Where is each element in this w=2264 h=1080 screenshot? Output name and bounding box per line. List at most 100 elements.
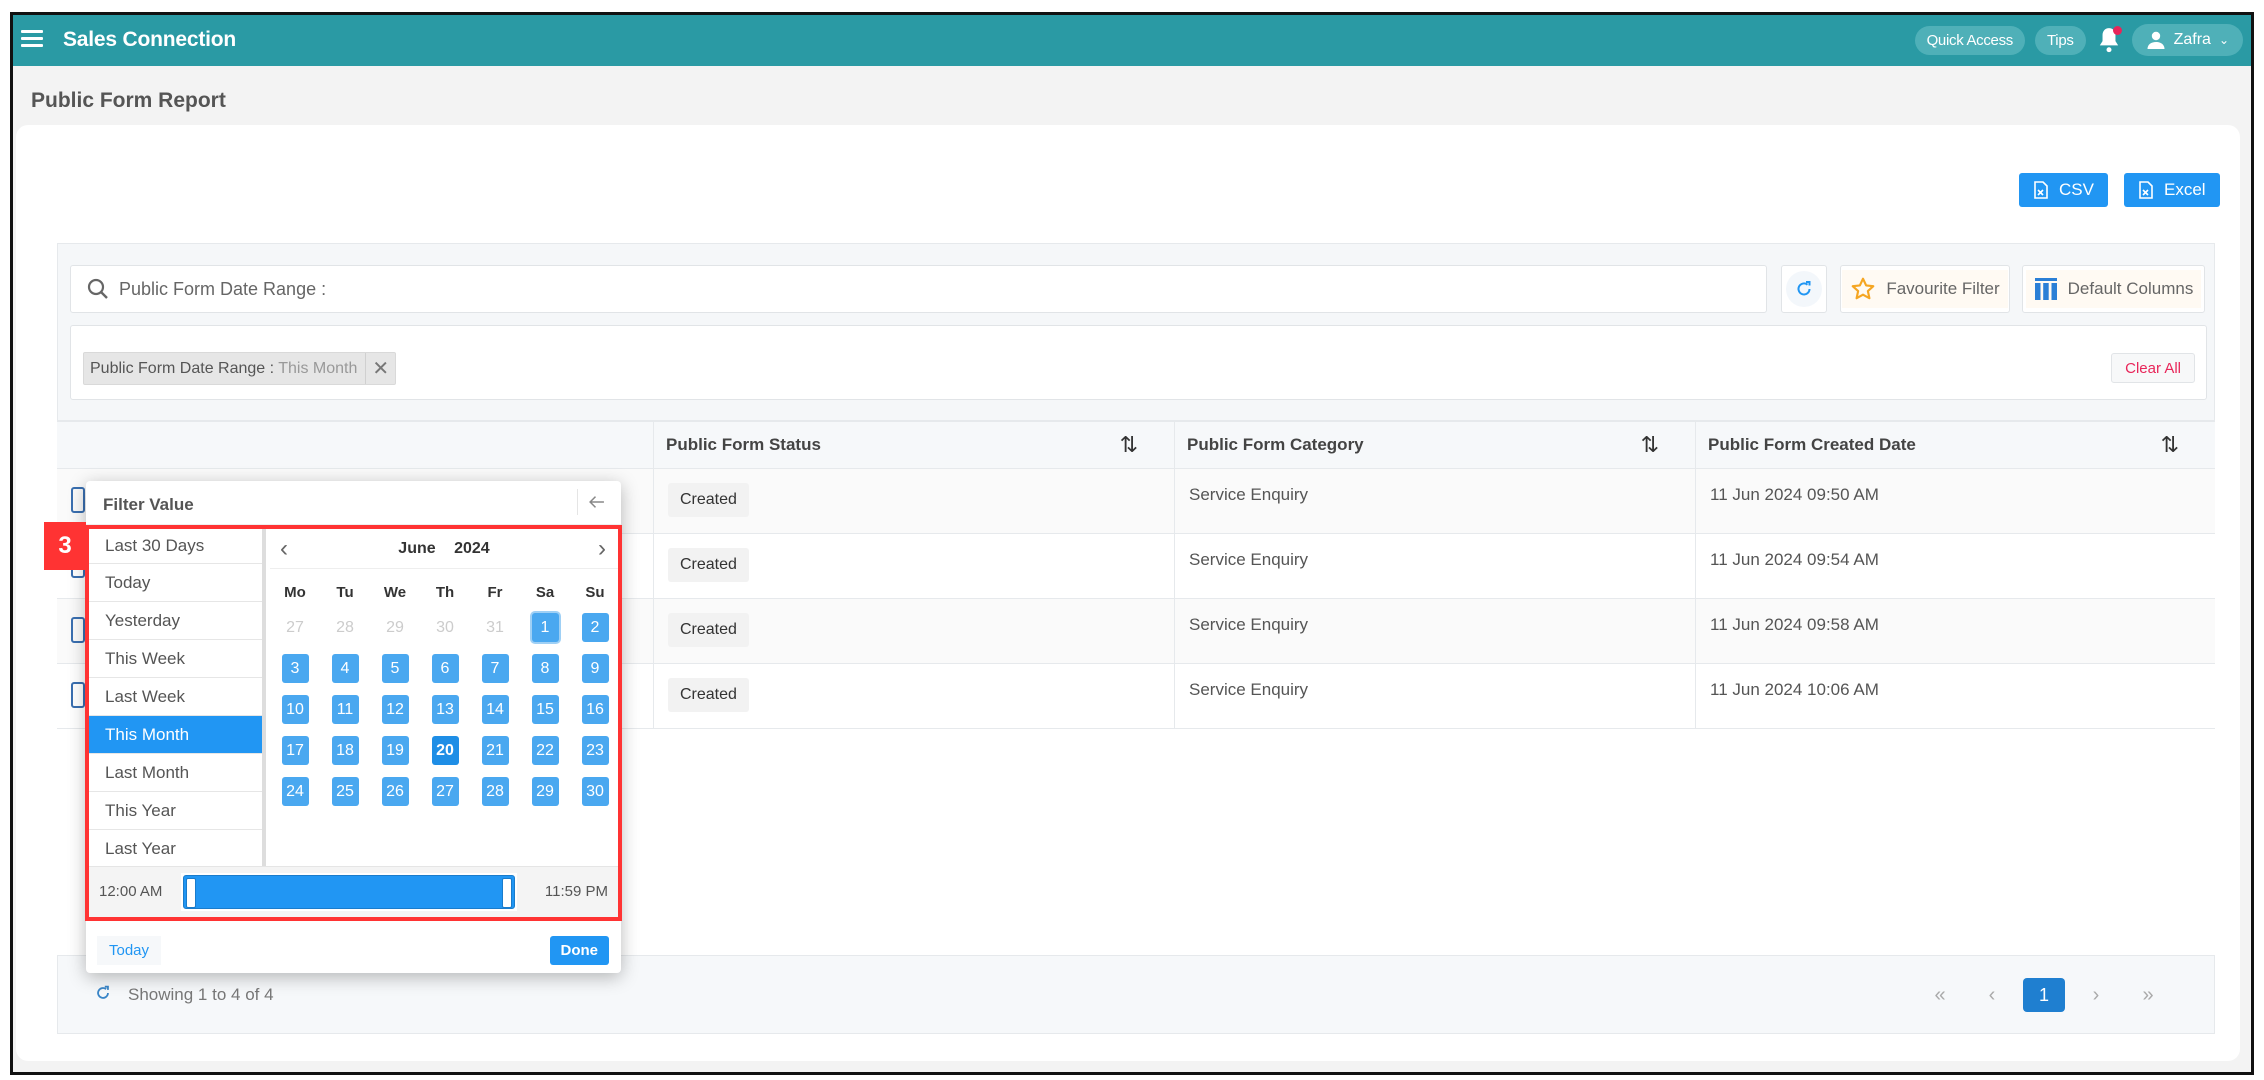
file-export-icon xyxy=(2139,181,2153,199)
last-page-button[interactable]: » xyxy=(2122,978,2174,1012)
calendar-day[interactable]: 22 xyxy=(520,730,570,771)
date-preset-item[interactable]: Today xyxy=(89,564,262,602)
page-1-button[interactable]: 1 xyxy=(2023,978,2065,1012)
weekday-label: Th xyxy=(435,583,455,601)
calendar-day[interactable]: 7 xyxy=(470,648,520,689)
filter-chip-label: Public Form Date Range : xyxy=(90,359,275,377)
status-badge: Created xyxy=(668,483,749,517)
calendar-day-number: 25 xyxy=(331,777,359,806)
calendar-day[interactable]: 27 xyxy=(420,771,470,812)
calendar-day-outside: 29 xyxy=(370,607,420,648)
quick-access-button[interactable]: Quick Access xyxy=(1914,25,2025,55)
calendar-day[interactable]: 14 xyxy=(470,689,520,730)
calendar-day[interactable]: 23 xyxy=(570,730,620,771)
date-preset-item[interactable]: This Week xyxy=(89,640,262,678)
default-columns-label: Default Columns xyxy=(2067,279,2194,298)
calendar-day[interactable]: 26 xyxy=(370,771,420,812)
calendar-day[interactable]: 25 xyxy=(320,771,370,812)
calendar-day[interactable]: 28 xyxy=(470,771,520,812)
calendar-day[interactable]: 10 xyxy=(270,689,320,730)
prev-page-button[interactable]: ‹ xyxy=(1966,978,2018,1012)
calendar-day[interactable]: 13 xyxy=(420,689,470,730)
table-header: Public Form Status ⇅ Public Form Categor… xyxy=(57,421,2215,469)
menu-icon[interactable] xyxy=(21,30,43,48)
sort-icon[interactable]: ⇅ xyxy=(2161,432,2179,458)
column-header-status[interactable]: Public Form Status ⇅ xyxy=(653,422,1174,468)
close-icon[interactable]: ✕ xyxy=(365,353,395,384)
back-arrow-icon[interactable] xyxy=(577,489,607,515)
date-preset-item[interactable]: Last Month xyxy=(89,754,262,792)
date-preset-item[interactable]: Yesterday xyxy=(89,602,262,640)
calendar-day[interactable]: 1 xyxy=(520,607,570,648)
weekday-label: Mo xyxy=(284,583,306,601)
calendar-day[interactable]: 2 xyxy=(570,607,620,648)
calendar-day[interactable]: 18 xyxy=(320,730,370,771)
filter-chip[interactable]: Public Form Date Range : This Month ✕ xyxy=(83,352,397,385)
column-header-created-date[interactable]: Public Form Created Date ⇅ xyxy=(1695,422,2215,468)
tips-button[interactable]: Tips xyxy=(2035,25,2086,55)
calendar-day[interactable]: 11 xyxy=(320,689,370,730)
time-end-handle[interactable] xyxy=(502,878,512,908)
calendar-day[interactable]: 3 xyxy=(270,648,320,689)
refresh-icon[interactable] xyxy=(94,984,112,1002)
next-month-button[interactable]: › xyxy=(590,535,614,563)
calendar-day-number: 20 xyxy=(431,736,459,765)
calendar-day[interactable]: 24 xyxy=(270,771,320,812)
calendar-day[interactable]: 5 xyxy=(370,648,420,689)
calendar-day[interactable]: 12 xyxy=(370,689,420,730)
sort-icon[interactable]: ⇅ xyxy=(1120,432,1138,458)
calendar-day[interactable]: 16 xyxy=(570,689,620,730)
time-range-slider[interactable] xyxy=(181,873,517,911)
filter-value-popup: Filter Value 3 Last 30 Days Today Yesterda… xyxy=(44,481,622,973)
calendar-day[interactable]: 17 xyxy=(270,730,320,771)
row-checkbox[interactable] xyxy=(71,487,85,513)
next-page-button[interactable]: › xyxy=(2070,978,2122,1012)
created-date-cell: 11 Jun 2024 10:06 AM xyxy=(1695,664,2215,728)
user-icon xyxy=(2147,31,2165,49)
first-page-button[interactable]: « xyxy=(1914,978,1966,1012)
calendar-day[interactable]: 30 xyxy=(570,771,620,812)
calendar-day-number: 14 xyxy=(481,695,509,724)
calendar-day[interactable]: 20 xyxy=(420,730,470,771)
calendar-day[interactable]: 9 xyxy=(570,648,620,689)
today-button[interactable]: Today xyxy=(97,936,162,965)
calendar-day-number: 17 xyxy=(281,736,309,765)
date-preset-item[interactable]: Last 30 Days xyxy=(89,529,262,564)
date-preset-item[interactable]: Last Week xyxy=(89,678,262,716)
date-preset-list: Last 30 Days Today Yesterday This Week Last … xyxy=(89,529,266,866)
refresh-filter-button[interactable] xyxy=(1781,265,1827,313)
time-start-handle[interactable] xyxy=(186,878,196,908)
date-preset-item[interactable]: This Month xyxy=(89,716,262,754)
column-header-category[interactable]: Public Form Category ⇅ xyxy=(1174,422,1695,468)
sort-icon[interactable]: ⇅ xyxy=(1641,432,1659,458)
user-menu[interactable]: Zafra ⌄ xyxy=(2131,24,2243,56)
calendar-day[interactable]: 15 xyxy=(520,689,570,730)
filter-search-input[interactable] xyxy=(119,278,1631,300)
time-to: 11:59 PM xyxy=(544,883,608,900)
clear-all-button[interactable]: Clear All xyxy=(2111,353,2195,383)
csv-export-button[interactable]: CSV xyxy=(2019,173,2108,207)
default-columns-button[interactable]: Default Columns xyxy=(2022,265,2205,313)
calendar-day-number: 2 xyxy=(581,613,609,642)
calendar-day[interactable]: 4 xyxy=(320,648,370,689)
calendar-day[interactable]: 21 xyxy=(470,730,520,771)
calendar-day[interactable]: 19 xyxy=(370,730,420,771)
row-checkbox[interactable] xyxy=(71,682,85,708)
report-card: CSV Excel Favourite Filter xyxy=(16,125,2240,1061)
done-button[interactable]: Done xyxy=(549,936,609,965)
calendar-day-number: 16 xyxy=(581,695,609,724)
date-preset-item[interactable]: This Year xyxy=(89,792,262,830)
active-filters-bar: Public Form Date Range : This Month ✕ Cl… xyxy=(70,325,2207,400)
calendar-day-number: 3 xyxy=(281,654,309,683)
row-checkbox[interactable] xyxy=(71,617,85,643)
chevron-down-icon: ⌄ xyxy=(2218,33,2229,47)
favourite-filter-button[interactable]: Favourite Filter xyxy=(1840,265,2010,313)
excel-export-button[interactable]: Excel xyxy=(2124,173,2220,207)
filter-search[interactable] xyxy=(70,265,1767,313)
calendar-day[interactable]: 6 xyxy=(420,648,470,689)
created-date-cell: 11 Jun 2024 09:50 AM xyxy=(1695,469,2215,533)
calendar-day[interactable]: 8 xyxy=(520,648,570,689)
notifications-button[interactable] xyxy=(2096,26,2122,54)
calendar-day[interactable]: 29 xyxy=(520,771,570,812)
date-preset-item[interactable]: Last Year xyxy=(89,830,262,866)
